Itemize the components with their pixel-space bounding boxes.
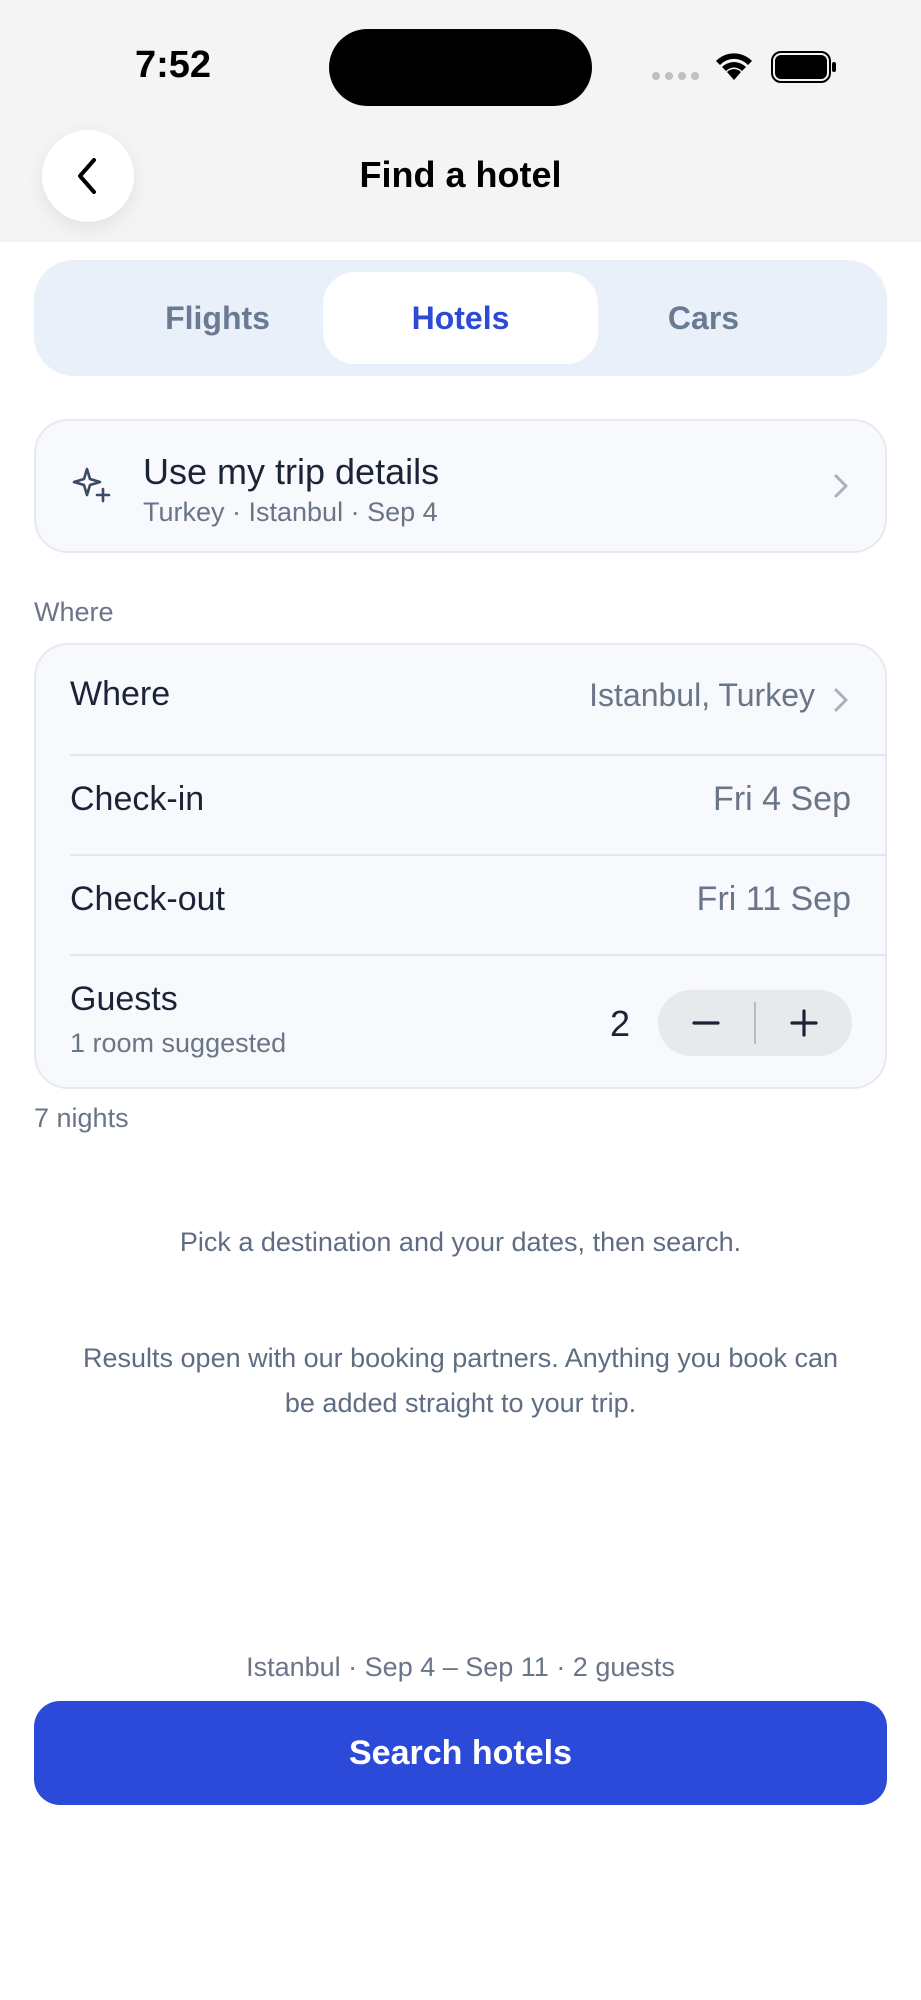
status-bar: 7:52	[0, 0, 921, 130]
search-summary: Istanbul · Sep 4 – Sep 11 · 2 guests	[246, 1652, 675, 1682]
hotel-search-form: Where Istanbul, Turkey Check-in Fri 4 Se…	[34, 643, 887, 1089]
checkin-label: Check-in	[70, 780, 205, 818]
where-label: Where	[70, 675, 171, 713]
where-row[interactable]: Where Istanbul, Turkey	[70, 645, 885, 745]
category-tabs: Flights Hotels Cars	[34, 260, 887, 376]
checkout-value: Fri 11 Sep	[696, 880, 851, 918]
wifi-icon	[716, 53, 752, 80]
sparkle-icon	[72, 467, 111, 503]
decrement-button[interactable]	[658, 990, 754, 1056]
chevron-right-icon	[834, 688, 848, 712]
where-value: Istanbul, Turkey	[589, 677, 815, 713]
increment-button[interactable]	[756, 990, 852, 1056]
tab-cars[interactable]: Cars	[566, 272, 841, 364]
signal-icon	[652, 72, 699, 80]
page-title: Find a hotel	[359, 154, 562, 195]
trip-title: Use my trip details	[143, 451, 440, 492]
checkin-row[interactable]: Check-in Fri 4 Sep	[70, 756, 885, 856]
tab-flights[interactable]: Flights	[80, 272, 355, 364]
section-label: Where	[34, 597, 114, 627]
guests-count: 2	[610, 1003, 631, 1044]
tab-hotels[interactable]: Hotels	[323, 272, 598, 364]
nights-count: 7 nights	[34, 1103, 129, 1133]
checkout-row[interactable]: Check-out Fri 11 Sep	[70, 856, 885, 956]
trip-subtitle: Turkey · Istanbul · Sep 4	[143, 497, 438, 527]
guests-sub: 1 room suggested	[70, 1028, 287, 1058]
partner-note-line-2: be added straight to your trip.	[284, 1388, 637, 1418]
use-trip-details-button[interactable]: Use my trip details Turkey · Istanbul · …	[34, 419, 887, 553]
status-time: 7:52	[135, 44, 212, 86]
guests-stepper	[658, 990, 852, 1056]
guests-label: Guests	[70, 980, 178, 1018]
dynamic-island	[329, 29, 592, 106]
chevron-right-icon	[834, 474, 848, 498]
nav-bar: Find a hotel	[0, 130, 921, 242]
hint-text: Pick a destination and your dates, then …	[179, 1227, 742, 1257]
partner-note-line-1: Results open with our booking partners. …	[83, 1343, 838, 1373]
minus-icon	[692, 1021, 720, 1025]
plus-icon	[790, 1009, 818, 1037]
checkout-label: Check-out	[70, 880, 225, 918]
search-hotels-button[interactable]: Search hotels	[34, 1701, 887, 1805]
checkin-value: Fri 4 Sep	[713, 780, 851, 818]
battery-icon	[771, 51, 836, 83]
